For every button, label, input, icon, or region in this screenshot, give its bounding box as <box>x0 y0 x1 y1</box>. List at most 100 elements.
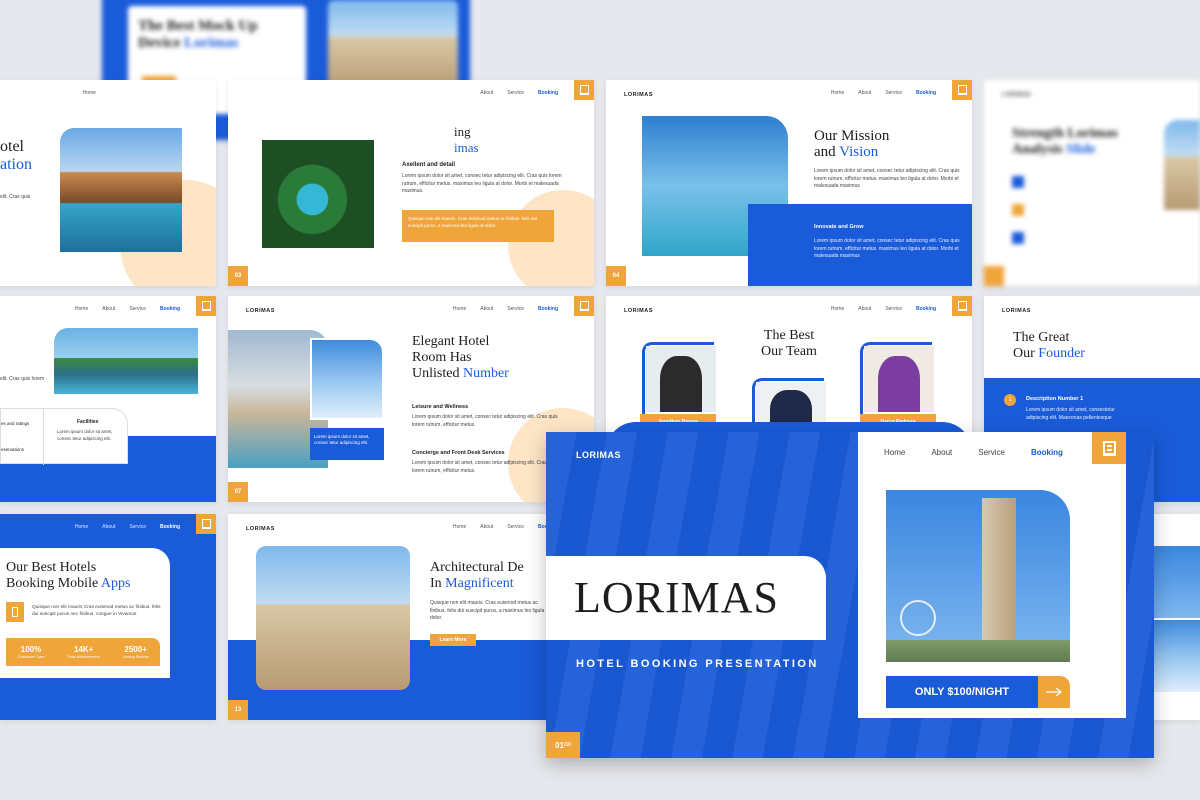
nav-about[interactable]: About <box>931 448 952 457</box>
table-header: Facilities <box>77 419 99 425</box>
section-title: Concierge and Front Desk Services <box>412 450 505 456</box>
page-number: 01/10 <box>546 732 580 758</box>
slide-title: Elegant Hotel Room Has Unlisted Number <box>412 334 509 381</box>
nav-menu: Home <box>82 90 96 96</box>
slide-title: ing <box>454 124 471 139</box>
nav-menu: HomeAboutServiceBooking <box>74 524 180 530</box>
price-cta[interactable]: ONLY $100/NIGHT <box>886 676 1038 708</box>
nav-menu: HomeAboutServiceBooking <box>74 306 180 312</box>
page-number <box>984 266 1004 286</box>
slide-para: Lorem ipsum dolor sit amet, consec tetur… <box>814 168 960 189</box>
slide-subtitle: Axellent and detail <box>402 162 456 168</box>
mockup-photo <box>328 0 458 90</box>
page-number: 03 <box>228 266 248 286</box>
table-cell: eservations <box>1 447 25 452</box>
cover-subtitle: HOTEL BOOKING PRESENTATION <box>576 658 819 670</box>
divider <box>43 409 44 465</box>
stat-item: 2500+ Luxury Rooms <box>122 645 149 659</box>
desc-title: Description Number 1 <box>1026 396 1084 402</box>
info-table: es and ratings eservations Facilities Lo… <box>0 408 128 465</box>
page-number: 13 <box>228 700 248 720</box>
slide-exploring: About Service Booking ing imas Axellent an… <box>228 80 594 286</box>
brand-logo: LORIMAS <box>624 308 653 314</box>
slide-cover: LORIMAS Home About Service Booking LORIM… <box>546 432 1154 758</box>
nav-menu: Home About Service Booking <box>884 448 1063 457</box>
villa-photo <box>60 128 182 252</box>
infinity-pool-photo <box>310 338 384 420</box>
nav-menu: HomeAboutServiceBooking <box>452 524 558 530</box>
page-number: 07 <box>228 482 248 502</box>
nav-booking[interactable]: Booking <box>1031 448 1063 457</box>
mockup-title: The Best Mock Up <box>138 18 258 34</box>
building-icon <box>196 514 216 534</box>
pool-photo <box>262 140 374 248</box>
mockup-showcase: The Best Mock Up Device Lorimas Home ote… <box>0 0 1200 800</box>
slide-para: elit. Cras quis lorem <box>0 376 45 382</box>
cover-title: LORIMAS <box>574 573 780 622</box>
stats-bar: 100% Customer Care 14K+ Total Achievement … <box>6 638 160 666</box>
table-cell: Lorem ipsum dolor sit amet, consec tetur… <box>57 429 113 441</box>
nav-menu: About Service Booking <box>480 90 558 96</box>
slide-para: elit. Cras quis <box>0 194 31 200</box>
bullet <box>1012 176 1024 188</box>
slide-title: The Best Our Team <box>761 328 817 359</box>
photo <box>1164 120 1200 210</box>
architecture-photo <box>256 546 410 690</box>
slide-title-blue: imas <box>454 140 479 155</box>
team-photo <box>864 346 934 412</box>
slide-para: Quisque non elit mauris Cras euismod met… <box>32 605 161 617</box>
slide-mission: LORIMAS Home About Service Booking Our Miss… <box>606 80 972 286</box>
phone-icon <box>6 602 24 622</box>
slide-hotel-left: Home otel ation elit. Cras quis <box>0 80 216 286</box>
slide-architecture: LORIMAS HomeAboutServiceBooking Architec… <box>228 514 594 720</box>
building-icon <box>574 296 594 316</box>
slide-title: otel <box>0 138 24 155</box>
stat-item: 14K+ Total Achievement <box>67 645 100 659</box>
stat-item: 100% Customer Care <box>17 645 45 659</box>
building-icon <box>952 80 972 100</box>
slide-para: Quisque non elit mauris. Cras euismod me… <box>430 600 550 621</box>
building-icon <box>574 80 594 100</box>
slide-strength-blurred: LORIMAS Strength Lorimas Analysis Slide <box>984 80 1200 286</box>
gazebo-pool-photo <box>54 328 198 394</box>
slide-title: Architectural De In Magnificent <box>430 560 524 591</box>
number-badge: 1 <box>1004 394 1016 406</box>
learn-more-button[interactable]: Learn More <box>430 634 476 646</box>
nav-home[interactable]: Home <box>884 448 905 457</box>
brand-logo: LORIMAS <box>1002 308 1031 314</box>
slide-title: Strength Lorimas <box>1012 126 1118 141</box>
slide-facilities: Home About Service Booking elit. Cras quis … <box>0 296 216 502</box>
desc-para: Lorem ipsum dolor sit amet, consectetur … <box>1026 407 1115 421</box>
hotel-tower-photo <box>886 490 1070 662</box>
slide-para: Lorem ipsum dolor sit amet, consec tetur… <box>402 173 562 194</box>
slide-title: The Great Our Founder <box>1013 330 1085 361</box>
bullet <box>1012 204 1024 216</box>
section-para: Lorem ipsum dolor sit amet, consec tetur… <box>412 460 558 474</box>
table-cell: es and ratings <box>1 421 30 426</box>
slide-elegant-room: LORIMAS Home About Service Booking Lorem ip… <box>228 296 594 502</box>
team-photo <box>646 346 716 412</box>
slide-title-blue: ation <box>0 156 32 173</box>
section-para: Lorem ipsum dolor sit amet, consec tetur… <box>412 414 558 428</box>
slide-title: Our Best Hotels Booking Mobile Apps <box>6 560 131 591</box>
building-icon <box>196 296 216 316</box>
caption-text: Lorem ipsum dolor sit amet, consec tetur… <box>314 434 370 445</box>
bullet <box>1012 232 1024 244</box>
brand-logo: LORIMAS <box>246 308 275 314</box>
brand-logo: LORIMAS <box>246 526 275 532</box>
arrow-right-icon[interactable] <box>1038 676 1070 708</box>
slide-title: Our Mission <box>814 128 890 144</box>
panel-para: Lorem ipsum dolor sit amet, consec tetur… <box>814 238 960 259</box>
building-icon <box>1092 432 1126 464</box>
nav-menu: HomeAboutServiceBooking <box>452 306 558 312</box>
building-icon <box>952 296 972 316</box>
slide-mobile-apps: Home About Service Booking Our Best Hotels B… <box>0 514 216 720</box>
nav-service[interactable]: Service <box>978 448 1005 457</box>
section-title: Leisure and Wellness <box>412 404 469 410</box>
brand-logo: LORIMAS <box>1002 92 1031 98</box>
page-number: 04 <box>606 266 626 286</box>
highlight-box: Quisque non elit mauris. Cras euismod me… <box>402 210 554 242</box>
nav-menu: HomeAboutServiceBooking <box>830 306 936 312</box>
caption-box: Lorem ipsum dolor sit amet, consec tetur… <box>310 428 384 460</box>
brand-logo: LORIMAS <box>624 92 653 98</box>
